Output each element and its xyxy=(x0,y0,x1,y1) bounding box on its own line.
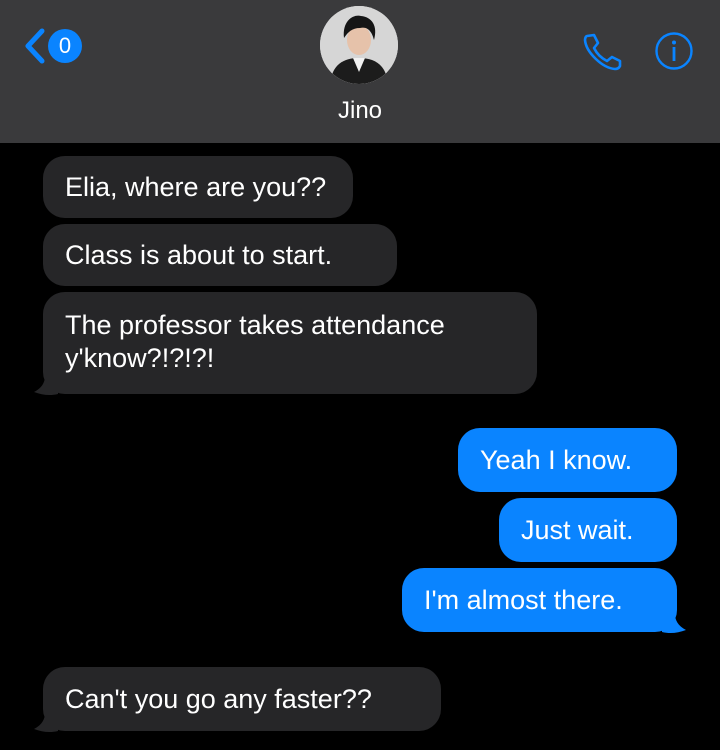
message-text: The professor takes attendance xyxy=(65,310,445,340)
message-text: Can't you go any faster?? xyxy=(65,684,372,714)
message-text: Just wait. xyxy=(521,515,634,545)
conversation-header: 0 Jino xyxy=(0,0,720,143)
message-text: Elia, where are you?? xyxy=(65,172,327,202)
message-text: y'know?!?!?! xyxy=(65,343,215,373)
incoming-message-bubble[interactable]: Class is about to start. xyxy=(43,224,397,286)
incoming-bubble-tail xyxy=(34,713,58,733)
incoming-message-bubble[interactable]: The professor takes attendance y'know?!?… xyxy=(43,292,537,394)
contact-avatar[interactable] xyxy=(320,6,398,84)
contact-name[interactable]: Jino xyxy=(0,97,720,125)
incoming-bubble-tail xyxy=(34,376,58,396)
incoming-message-bubble[interactable]: Can't you go any faster?? xyxy=(43,667,441,731)
outgoing-message-bubble[interactable]: Just wait. xyxy=(499,498,677,562)
info-icon[interactable] xyxy=(654,31,694,71)
back-chevron-icon xyxy=(25,28,45,64)
message-text: Class is about to start. xyxy=(65,240,333,270)
back-button[interactable]: 0 xyxy=(24,28,82,64)
outgoing-message-bubble[interactable]: Yeah I know. xyxy=(458,428,677,492)
message-text: Yeah I know. xyxy=(480,445,633,475)
unread-count-badge: 0 xyxy=(48,29,82,63)
incoming-message-bubble[interactable]: Elia, where are you?? xyxy=(43,156,353,218)
avatar-photo xyxy=(320,6,398,84)
phone-icon[interactable] xyxy=(582,32,624,72)
outgoing-message-bubble[interactable]: I'm almost there. xyxy=(402,568,677,632)
message-text: I'm almost there. xyxy=(424,585,623,615)
outgoing-bubble-tail xyxy=(662,614,686,634)
